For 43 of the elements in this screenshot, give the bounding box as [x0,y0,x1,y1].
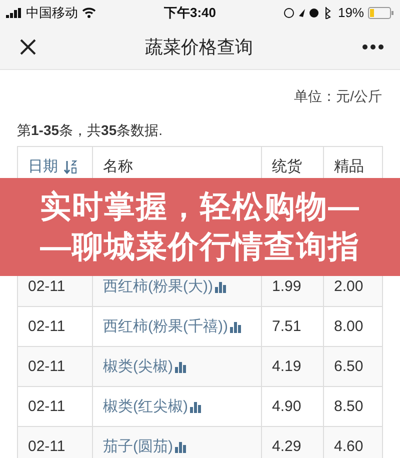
price-cell: 1.99 [272,278,302,295]
vegetable-link[interactable]: 椒类(尖椒) [103,357,187,376]
unit-label: 单位：元/公斤 [294,88,382,104]
price-cell: 8.00 [334,318,364,335]
battery-percent: 19% [338,5,364,20]
price-cell: 4.19 [272,358,302,375]
bar-chart-icon [175,440,187,452]
bar-chart-icon [230,320,242,332]
vegetable-link[interactable]: 西红柿(粉果(大)) [103,277,227,296]
clock-time: 下午3:40 [164,4,216,22]
page-title: 蔬菜价格查询 [145,36,253,59]
bar-chart-icon [214,280,227,292]
price-cell: 4.29 [272,438,302,455]
battery-icon [368,6,394,18]
headline-text: —聊城菜价行情查询指 [40,228,360,266]
date-cell: 02-11 [28,438,66,455]
date-cell: 02-11 [28,318,66,335]
price-cell: 2.00 [334,278,364,295]
signal-icon [6,8,22,18]
column-header: 精品 [334,157,364,176]
vegetable-link[interactable]: 西红柿(粉果(千禧)) [103,317,242,336]
wifi-icon [82,7,96,18]
vegetable-link[interactable]: 椒类(红尖椒) [103,397,202,416]
price-cell: 6.50 [334,358,364,375]
close-icon[interactable] [20,39,36,55]
price-cell: 4.90 [272,398,302,415]
more-icon[interactable] [362,44,384,50]
column-header: 统货 [272,157,302,176]
price-cell: 7.51 [272,318,302,335]
headline-text: 实时掌握，轻松购物— [40,188,360,226]
vegetable-link[interactable]: 茄子(圆茄) [103,437,187,456]
date-cell: 02-11 [28,278,66,295]
record-count: 第1-35条，共35条数据. [17,122,162,138]
column-header: 名称 [103,157,133,176]
bar-chart-icon [175,360,187,372]
date-cell: 02-11 [28,398,66,415]
bar-chart-icon [190,400,202,412]
sort-icon[interactable] [64,160,78,174]
price-cell: 4.60 [334,438,364,455]
carrier-name: 中国移动 [26,4,78,22]
price-cell: 8.50 [334,398,364,415]
column-header[interactable]: 日期 [28,157,58,176]
date-cell: 02-11 [28,358,66,375]
